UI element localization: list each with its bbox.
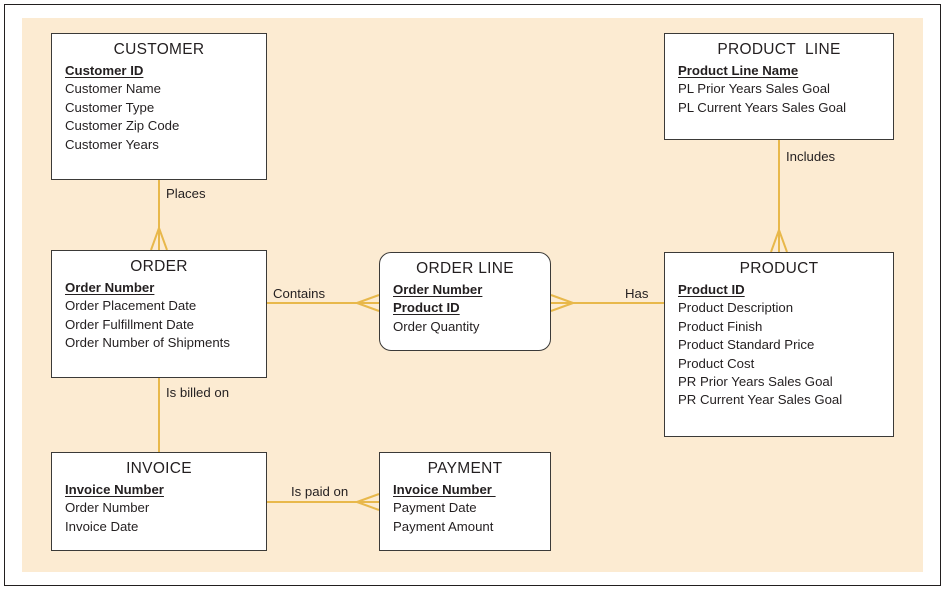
attribute-list: Invoice Number Payment Date Payment Amou… [380,481,550,543]
attribute-primary-key: Invoice Number [393,482,496,497]
relationship-label-places: Places [166,186,206,201]
attribute-list: Customer ID Customer Name Customer Type … [52,62,266,161]
attribute-primary-key: Order Number [393,282,483,297]
attribute: Payment Date [393,500,477,516]
attribute: Product Finish [678,318,763,334]
relationship-label-has: Has [625,286,649,301]
attribute: Order Placement Date [65,298,197,314]
attribute-primary-key: Order Number [65,280,155,295]
attribute-primary-key: Invoice Number [65,482,164,497]
attribute: PR Current Year Sales Goal [678,392,843,408]
entity-title: PRODUCT LINE [717,41,841,58]
attribute: Payment Amount [393,518,494,534]
attribute: Product Description [678,300,794,316]
attribute: PR Prior Years Sales Goal [678,374,833,390]
attribute-list: Product Line Name PL Prior Years Sales G… [665,62,893,124]
attribute: Invoice Date [65,518,139,534]
attribute: Customer Zip Code [65,118,180,134]
entity-customer[interactable]: CUSTOMER Customer ID Customer Name Custo… [51,33,267,180]
relationship-label-is-paid-on: Is paid on [291,484,349,499]
attribute: PL Prior Years Sales Goal [678,81,830,97]
entity-title: CUSTOMER [113,41,205,58]
attribute: Customer Type [65,99,155,115]
entity-order-line[interactable]: ORDER LINE Order Number Product ID Order… [379,252,551,351]
entity-title: ORDER LINE [416,260,514,277]
entity-invoice[interactable]: INVOICE Invoice Number Order Number Invo… [51,452,267,551]
attribute: Product Standard Price [678,337,815,353]
attribute: Customer Years [65,136,159,152]
attribute: Customer Name [65,81,162,97]
entity-product-line[interactable]: PRODUCT LINE Product Line Name PL Prior … [664,33,894,140]
attribute-list: Order Number Order Placement Date Order … [52,279,266,360]
attribute-list: Product ID Product Description Product F… [665,281,893,417]
attribute-primary-key: Product ID [393,300,460,316]
attribute-list: Invoice Number Order Number Invoice Date [52,481,266,543]
entity-order[interactable]: ORDER Order Number Order Placement Date … [51,250,267,378]
attribute-primary-key: Product Line Name [678,63,799,78]
attribute: PL Current Years Sales Goal [678,99,847,115]
attribute: Order Number [65,500,150,516]
entity-product[interactable]: PRODUCT Product ID Product Description P… [664,252,894,437]
attribute: Product Cost [678,355,755,371]
attribute: Order Number of Shipments [65,335,230,351]
relationship-label-includes: Includes [786,149,836,164]
entity-title: PAYMENT [427,460,503,477]
entity-title: PRODUCT [739,260,819,277]
attribute-list: Order Number Product ID Order Quantity [380,281,550,343]
entity-payment[interactable]: PAYMENT Invoice Number Payment Date Paym… [379,452,551,551]
attribute-primary-key: Product ID [678,282,745,297]
relationship-label-is-billed-on: Is billed on [166,385,230,400]
attribute: Order Quantity [393,318,480,334]
entity-title: INVOICE [126,460,192,477]
relationship-label-contains: Contains [273,286,326,301]
er-diagram-page: CUSTOMER Customer ID Customer Name Custo… [0,0,945,590]
entity-title: ORDER [130,258,188,275]
attribute-primary-key: Customer ID [65,63,144,78]
attribute: Order Fulfillment Date [65,316,194,332]
